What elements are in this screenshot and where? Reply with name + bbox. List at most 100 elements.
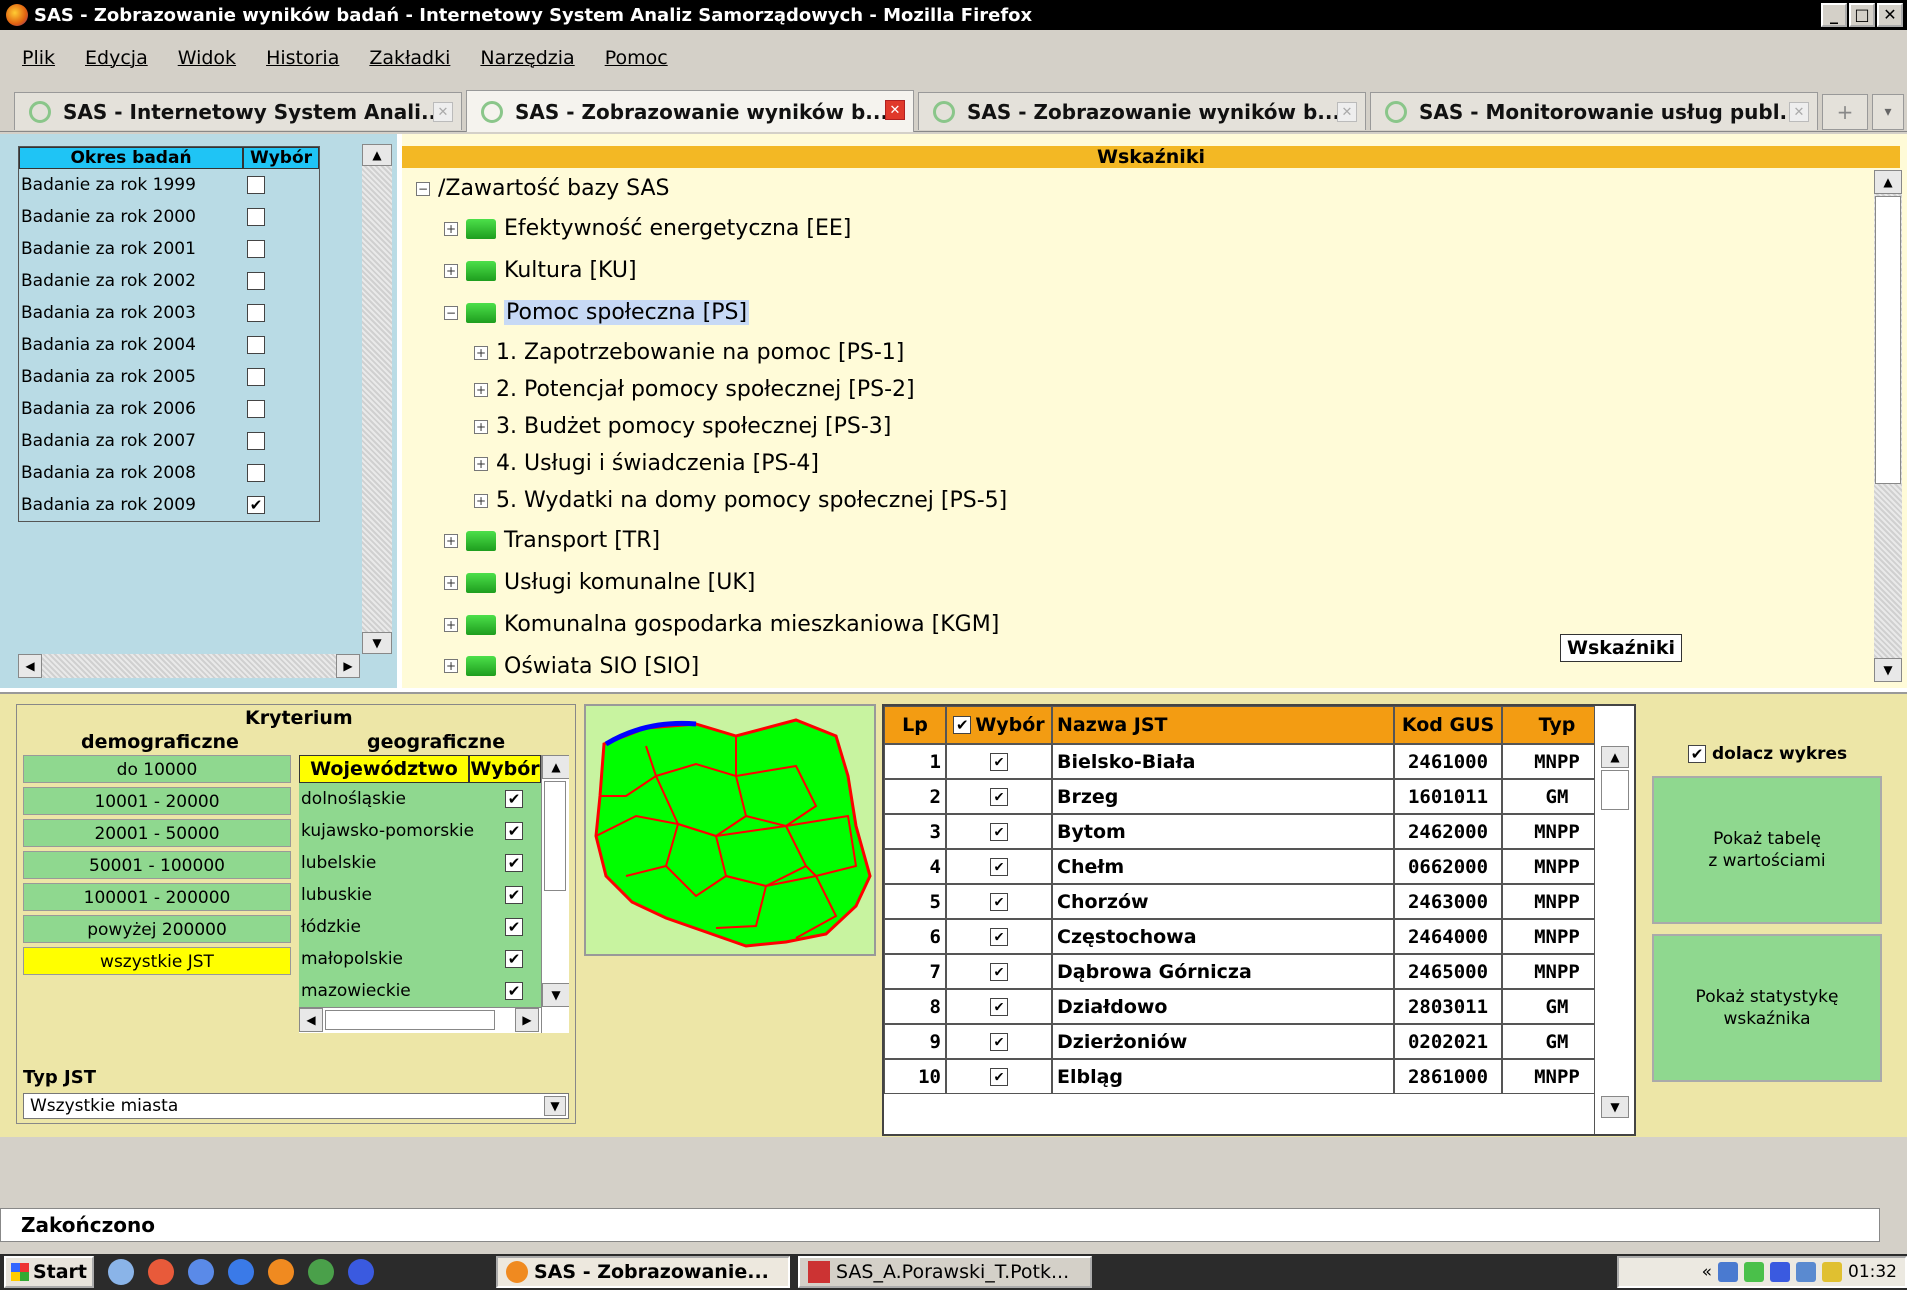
close-tab-icon[interactable]: ✕ [885,100,905,120]
show-table-button[interactable]: Pokaż tabelę z wartościami [1652,776,1882,924]
expand-icon[interactable]: + [444,263,458,278]
expand-icon[interactable]: + [444,659,458,673]
jst-row[interactable]: 3 ✔ Bytom 2462000 MNPP [884,814,1634,849]
chevron-down-icon[interactable]: ▼ [544,1096,566,1116]
scroll-down-arrow[interactable]: ▼ [542,983,569,1007]
period-checkbox[interactable] [247,272,265,290]
jst-type-select[interactable]: Wszystkie miasta ▼ [23,1093,569,1119]
minimize-button[interactable]: _ [1821,3,1847,27]
scrollbar-thumb[interactable] [1601,770,1629,810]
scrollbar-thumb[interactable] [325,1010,495,1030]
jst-select-cell[interactable]: ✔ [946,744,1052,779]
menu-plik[interactable]: Plik [22,47,55,69]
jst-row[interactable]: 9 ✔ Dzierżoniów 0202021 GM [884,1024,1634,1059]
tab-list-button[interactable]: ▾ [1872,94,1904,130]
jst-select-cell[interactable]: ✔ [946,1024,1052,1059]
menu-widok[interactable]: Widok [178,47,236,69]
firefox-icon[interactable] [268,1259,294,1285]
tree-category-kgm[interactable]: + Komunalna gospodarka mieszkaniowa [KGM… [444,612,999,637]
period-checkbox[interactable] [247,208,265,226]
jst-select-cell[interactable]: ✔ [946,989,1052,1024]
poland-map-svg[interactable] [586,706,874,954]
close-tab-icon[interactable]: ✕ [1337,102,1357,122]
population-button-all[interactable]: wszystkie JST [23,947,291,975]
jst-row[interactable]: 8 ✔ Działdowo 2803011 GM [884,989,1634,1024]
ie-icon[interactable] [228,1259,254,1285]
close-tab-icon[interactable]: ✕ [1789,102,1809,122]
close-window-button[interactable]: ✕ [1877,3,1903,27]
media-player-icon[interactable] [348,1259,374,1285]
period-checkbox[interactable] [247,304,265,322]
expand-icon[interactable]: + [474,419,488,434]
jst-checkbox[interactable]: ✔ [990,857,1008,876]
scroll-left-arrow[interactable]: ◀ [18,654,42,678]
voivodeship-checkbox[interactable]: ✔ [505,854,523,872]
period-horizontal-scrollbar[interactable]: ◀ ▶ [18,654,360,678]
jst-row[interactable]: 1 ✔ Bielsko-Biała 2461000 MNPP [884,744,1634,779]
expand-icon[interactable]: + [444,221,458,236]
tree-subitem-ps2[interactable]: + 2. Potencjał pomocy społecznej [PS-2] [474,377,915,402]
voivodeship-checkbox[interactable]: ✔ [505,918,523,936]
period-checkbox[interactable] [247,432,265,450]
security-icon[interactable] [1744,1262,1764,1282]
menu-historia[interactable]: Historia [266,47,339,69]
period-checkbox[interactable] [247,336,265,354]
scroll-up-arrow[interactable]: ▲ [362,144,392,166]
jst-select-cell[interactable]: ✔ [946,779,1052,814]
select-all-checkbox[interactable]: ✔ [953,716,972,734]
taskbar-item-document[interactable]: SAS_A.Porawski_T.Potk... [798,1256,1092,1288]
close-tab-icon[interactable]: ✕ [433,102,453,122]
population-button-5[interactable]: 100001 - 200000 [23,883,291,911]
expand-icon[interactable]: + [474,382,488,397]
show-stats-button[interactable]: Pokaż statystykę wskaźnika [1652,934,1882,1082]
tab-zobrazowanie-active[interactable]: SAS - Zobrazowanie wyników b... ✕ [466,90,914,132]
expand-icon[interactable]: + [444,575,458,590]
menu-zakladki[interactable]: Zakładki [369,47,450,69]
scroll-up-arrow[interactable]: ▲ [542,755,569,779]
period-checkbox[interactable] [247,400,265,418]
population-button-2[interactable]: 10001 - 20000 [23,787,291,815]
tree-category-sio[interactable]: + Oświata SIO [SIO] [444,654,699,678]
tree-category-uk[interactable]: + Usługi komunalne [UK] [444,570,755,595]
population-button-4[interactable]: 50001 - 100000 [23,851,291,879]
jst-checkbox[interactable]: ✔ [990,997,1008,1016]
network-icon[interactable] [1718,1262,1738,1282]
scroll-up-arrow[interactable]: ▲ [1874,170,1902,194]
scroll-down-arrow[interactable]: ▼ [1601,1096,1629,1118]
menu-edycja[interactable]: Edycja [85,47,148,69]
maximize-button[interactable]: □ [1849,3,1875,27]
jst-checkbox[interactable]: ✔ [990,927,1008,946]
start-button[interactable]: Start [4,1256,94,1288]
jst-row[interactable]: 6 ✔ Częstochowa 2464000 MNPP [884,919,1634,954]
display-icon[interactable] [1796,1262,1816,1282]
jst-checkbox[interactable]: ✔ [990,822,1008,841]
tab-zobrazowanie[interactable]: SAS - Zobrazowanie wyników b... ✕ [918,92,1366,130]
expand-icon[interactable]: + [474,345,488,360]
jst-row[interactable]: 10 ✔ Elbląg 2861000 MNPP [884,1059,1634,1094]
jst-row[interactable]: 2 ✔ Brzeg 1601011 GM [884,779,1634,814]
jst-checkbox[interactable]: ✔ [990,1032,1008,1051]
quicklaunch-icon[interactable] [188,1259,214,1285]
collapse-icon[interactable]: − [416,181,430,196]
scrollbar-thumb[interactable] [544,781,566,891]
period-checkbox[interactable] [247,368,265,386]
expand-icon[interactable]: + [444,533,458,548]
menu-narzedzia[interactable]: Narzędzia [480,47,574,69]
period-checkbox[interactable] [247,176,265,194]
jst-row[interactable]: 7 ✔ Dąbrowa Górnicza 2465000 MNPP [884,954,1634,989]
new-tab-button[interactable]: + [1822,94,1868,130]
period-checkbox[interactable] [247,240,265,258]
scroll-left-arrow[interactable]: ◀ [299,1008,323,1032]
period-checkbox[interactable] [247,464,265,482]
taskbar-item-firefox[interactable]: SAS - Zobrazowanie... [496,1256,790,1288]
indicators-scrollbar[interactable]: ▲ ▼ [1874,170,1902,682]
jst-checkbox[interactable]: ✔ [990,962,1008,981]
jst-select-cell[interactable]: ✔ [946,1059,1052,1094]
poland-map[interactable] [584,704,876,956]
jst-select-cell[interactable]: ✔ [946,954,1052,989]
jst-select-cell[interactable]: ✔ [946,849,1052,884]
tray-app-icon[interactable] [1822,1262,1842,1282]
expand-icon[interactable]: + [474,493,488,508]
tab-sas-system[interactable]: SAS - Internetowy System Anali... ✕ [14,92,462,130]
voivodeship-checkbox[interactable]: ✔ [505,822,523,840]
